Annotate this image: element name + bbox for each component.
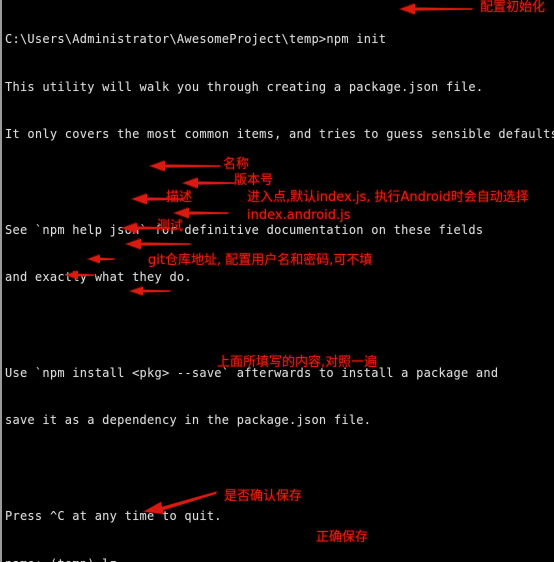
cmd-console-window[interactable]: C:\Users\Administrator\AwesomeProject\te… xyxy=(0,0,554,562)
console-line: save it as a dependency in the package.j… xyxy=(5,413,372,428)
console-output: C:\Users\Administrator\AwesomeProject\te… xyxy=(2,0,554,562)
console-line: See `npm help json` for definitive docum… xyxy=(5,222,484,237)
console-line: Press ^C at any time to quit. xyxy=(5,508,222,523)
prompt-line-name: name: (temp) lz xyxy=(5,557,554,562)
console-line: Use `npm install <pkg> --save` afterward… xyxy=(5,365,499,380)
console-line: It only covers the most common items, an… xyxy=(5,127,554,142)
console-line: C:\Users\Administrator\AwesomeProject\te… xyxy=(5,31,387,46)
console-line: and exactly what they do. xyxy=(5,270,192,285)
console-line: This utility will walk you through creat… xyxy=(5,79,484,94)
